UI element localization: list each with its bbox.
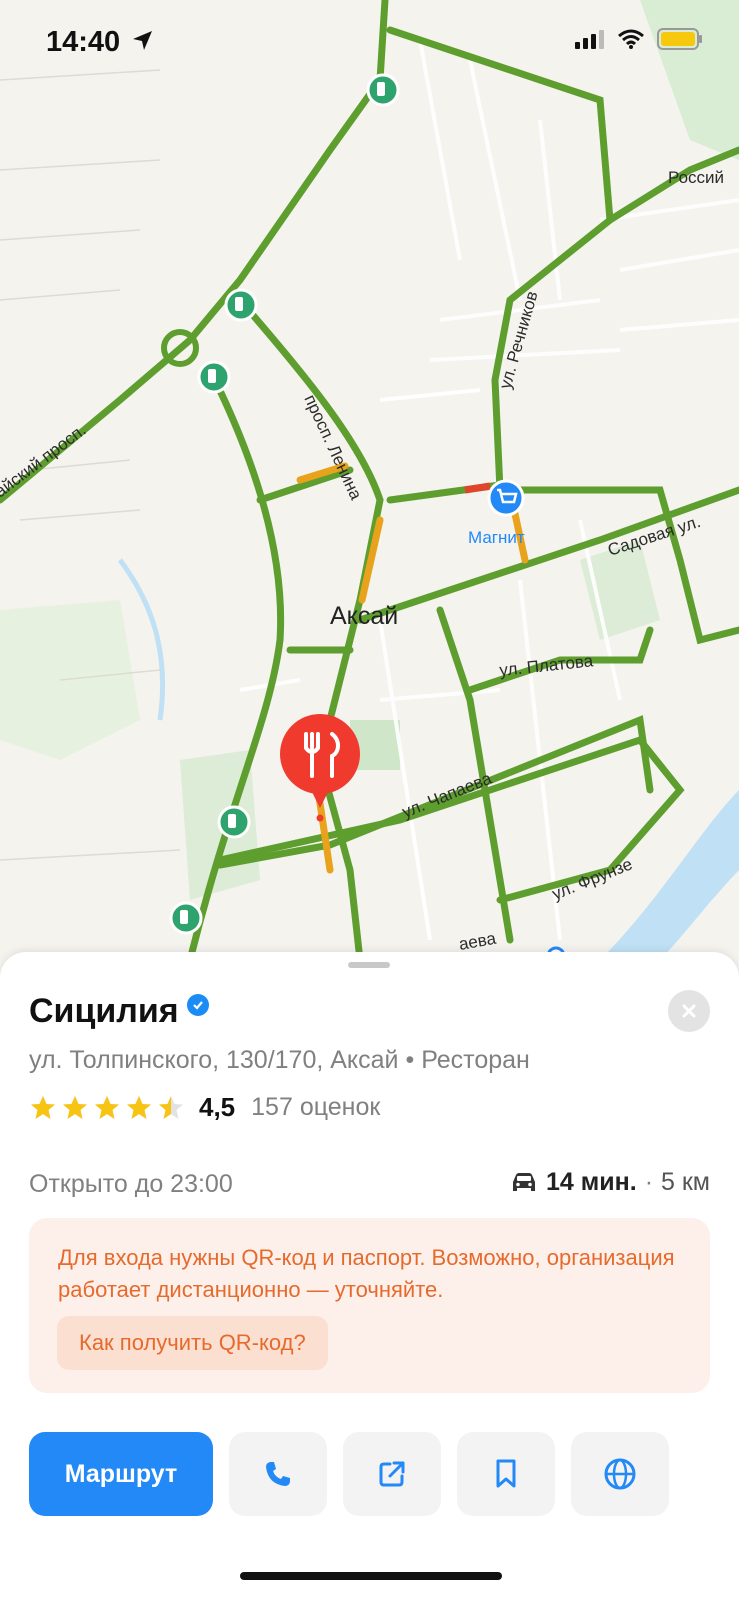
call-button[interactable] xyxy=(229,1432,327,1516)
address-line: ул. Толпинского, 130/170, Аксай • Рестор… xyxy=(29,1046,530,1075)
gas-station-icon[interactable] xyxy=(217,805,251,839)
globe-icon xyxy=(604,1458,636,1490)
place-card: Сицилия ул. Толпинского, 130/170, Аксай … xyxy=(0,952,739,1600)
rating-value: 4,5 xyxy=(199,1092,236,1122)
website-button[interactable] xyxy=(571,1432,669,1516)
phone-icon xyxy=(266,1462,290,1486)
rating-stars xyxy=(29,1094,185,1122)
rating-count: 157 оценок xyxy=(251,1093,381,1121)
home-indicator[interactable] xyxy=(240,1572,502,1580)
place-title: Сицилия xyxy=(29,992,179,1030)
action-bar: Маршрут xyxy=(29,1432,669,1516)
poi-label: Магнит xyxy=(468,528,525,547)
battery-icon xyxy=(657,28,702,50)
travel-distance: 5 км xyxy=(661,1168,710,1196)
shop-cart-icon[interactable] xyxy=(487,479,525,517)
qr-info-button[interactable]: Как получить QR-код? xyxy=(57,1316,328,1370)
location-arrow-icon xyxy=(133,31,152,50)
separator-dot: • xyxy=(405,1046,415,1074)
star-icon xyxy=(127,1095,151,1119)
gas-station-icon[interactable] xyxy=(224,288,258,322)
verified-badge-icon xyxy=(186,993,209,1016)
signal-icon xyxy=(575,30,604,49)
gas-station-icon[interactable] xyxy=(169,901,203,935)
map-view[interactable]: айский просп. просп. Ленина ул. Речников… xyxy=(0,0,739,960)
street-label: Россий xyxy=(668,168,724,187)
route-button[interactable]: Маршрут xyxy=(29,1432,213,1516)
travel-info[interactable]: 14 мин. · 5 км xyxy=(510,1168,710,1197)
sheet-grabber[interactable] xyxy=(348,962,390,968)
title-row: Сицилия xyxy=(29,992,209,1031)
notice-text: Для входа нужны QR-код и паспорт. Возмож… xyxy=(58,1245,675,1302)
star-icon xyxy=(31,1095,55,1119)
share-button[interactable] xyxy=(343,1432,441,1516)
close-button[interactable] xyxy=(668,990,710,1032)
star-icon xyxy=(159,1095,183,1119)
wifi-icon xyxy=(618,29,644,49)
gas-station-icon[interactable] xyxy=(197,360,231,394)
city-label: Аксай xyxy=(330,602,398,630)
opening-hours: Открыто до 23:00 xyxy=(29,1170,233,1198)
travel-time: 14 мин. xyxy=(546,1168,637,1196)
place-category: Ресторан xyxy=(421,1046,530,1074)
star-icon xyxy=(95,1095,119,1119)
qr-notice: Для входа нужны QR-код и паспорт. Возмож… xyxy=(29,1218,710,1393)
bookmark-button[interactable] xyxy=(457,1432,555,1516)
star-icon xyxy=(63,1095,87,1119)
bookmark-icon xyxy=(496,1459,516,1488)
rating-row[interactable]: 4,5 157 оценок xyxy=(29,1092,380,1123)
share-icon xyxy=(379,1461,405,1487)
travel-separator: · xyxy=(644,1168,654,1196)
status-bar: 14:40 xyxy=(0,0,739,82)
close-icon xyxy=(682,1004,696,1018)
place-address: ул. Толпинского, 130/170, Аксай xyxy=(29,1046,399,1074)
car-icon xyxy=(513,1172,536,1191)
status-time: 14:40 xyxy=(46,26,121,58)
